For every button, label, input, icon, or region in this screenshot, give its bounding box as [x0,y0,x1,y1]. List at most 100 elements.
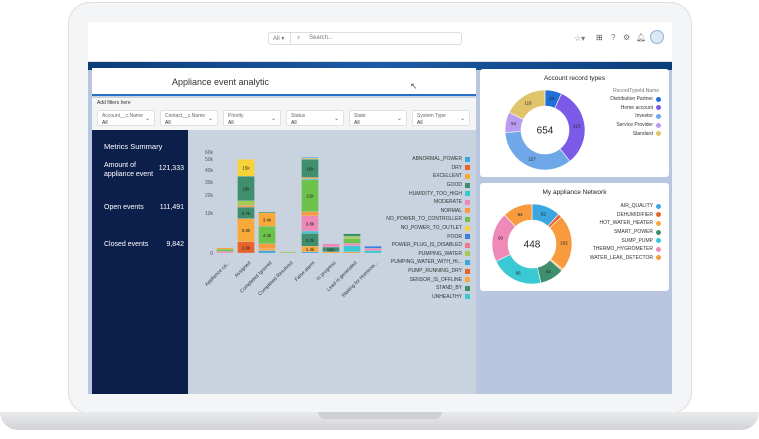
filter-dropdown[interactable]: Contact__c.Name All ⌄ [160,110,218,126]
legend-label: DEHUMIDIFIER [616,211,653,218]
global-search[interactable]: All ▾ ⌕ Search... [268,32,462,45]
donut-legend: AIR_QUALITY DEHUMIDIFIER HOT_WATER_HEATER S… [551,202,661,262]
legend-item[interactable]: HOT_WATER_HEATER [551,219,661,228]
legend-item[interactable]: GOOD [320,181,470,190]
bell-icon[interactable]: 🔔︎ [636,33,646,42]
favorites-star-icon[interactable]: ☆▾ [574,34,585,43]
y-tick-label: 20k [205,193,214,199]
legend-item[interactable]: PUMPING_WATER [320,250,470,259]
legend-item[interactable]: NORMAL [320,207,470,216]
legend-swatch [465,268,470,274]
legend-item[interactable]: UNHEALTHY [320,293,470,302]
legend-item[interactable]: NO_POWER_TO_OUTLET [320,224,470,233]
legend-item[interactable]: Distribution Partner [561,95,661,104]
legend-label: GOOD [446,182,462,189]
search-input[interactable]: Search... [309,35,333,41]
bar-data-label: 3.8k [306,221,315,226]
legend-swatch [465,199,470,205]
filter-dropdown[interactable]: System Type All ⌄ [412,110,470,126]
legend-item[interactable]: POWER_PLUG_IS_DISABLED [320,241,470,250]
filter-dropdown[interactable]: Account__c.Name All ⌄ [97,110,155,126]
legend-swatch [656,122,661,128]
legend-label: SENSOR_IS_OFFLINE [409,276,462,283]
legend-item[interactable]: Standard [561,129,661,138]
legend-item[interactable]: SMART_POWER [551,228,661,237]
legend-swatch [465,242,470,248]
search-scope-select[interactable]: All ▾ [269,33,291,44]
legend-item[interactable]: DEHUMIDIFIER [551,211,661,220]
x-tick-label: Assigned [234,260,253,279]
legend-swatch [656,220,661,226]
legend-item[interactable]: HUMIDITY_TOO_HIGH [320,189,470,198]
legend-item[interactable]: POOR [320,232,470,241]
filter-name: State [354,113,366,119]
legend-swatch [656,131,661,137]
bar-segment [301,211,319,216]
legend-swatch [656,229,661,235]
legend-swatch [656,246,661,252]
legend-swatch [656,238,661,244]
filter-value: All [354,120,360,126]
legend-item[interactable]: DRY [320,164,470,173]
filter-value: All [102,120,108,126]
chevron-down-icon: ⌄ [207,116,213,122]
bar-segment [216,249,234,252]
legend-label: NORMAL [440,207,462,214]
legend-item[interactable]: Home account [561,104,661,113]
bar-data-label: 4.7k [242,211,251,216]
bar-segment [216,251,234,254]
bar-segment [216,247,234,250]
avatar[interactable] [650,30,664,44]
slice-label: 227 [528,157,536,162]
legend-item[interactable]: MODERATE [320,198,470,207]
legend-swatch [656,105,661,111]
help-icon[interactable]: ? [611,33,615,42]
gear-icon[interactable]: ⚙ [623,33,630,42]
y-tick-label: 30k [205,180,214,186]
slice-label: 44 [549,96,555,101]
legend-swatch [465,165,470,171]
filter-value: All [228,120,234,126]
bar-segment [258,248,276,251]
metrics-title: Metrics Summary [104,142,163,151]
filter-dropdown[interactable]: Priority All ⌄ [223,110,281,126]
bar-data-label: 1.4k [306,247,315,252]
legend-label: Investor [635,113,653,120]
legend-item[interactable]: WATER_LEAK_DETECTOR [551,254,661,263]
legend-item[interactable]: STAND_BY [320,284,470,293]
bar-segment [301,157,319,159]
filter-name: System Type [417,113,446,119]
chevron-down-icon: ⌄ [396,116,402,122]
legend-item[interactable]: SENSOR_IS_OFFLINE [320,275,470,284]
legend-item[interactable]: Investor [561,112,661,121]
legend-item[interactable]: AIR_QUALITY [551,202,661,211]
y-tick-label: 60k [205,150,214,156]
filter-dropdown[interactable]: State All ⌄ [349,110,407,126]
legend-item[interactable]: PUMP_RUNNING_DRY [320,267,470,276]
legend-label: POOR [447,233,462,240]
legend-item[interactable]: NO_POWER_TO_CONTROLLER [320,215,470,224]
legend-item[interactable]: EXCELLENT [320,172,470,181]
bar-data-label: 16k [306,166,314,171]
bar-data-label: 18k [242,187,250,192]
legend-swatch [656,203,661,209]
legend-item[interactable]: Service Provider [561,121,661,130]
legend-swatch [465,173,470,179]
legend-swatch [465,156,470,162]
legend-item[interactable]: ABNORMAL_POWER [320,155,470,164]
bar-data-label: 4.4k [263,233,272,238]
legend-label: NO_POWER_TO_CONTROLLER [386,216,462,223]
slice-label: 44 [546,269,552,274]
add-icon[interactable]: ⊞ [596,33,603,42]
legend-swatch [465,259,470,265]
legend-item[interactable]: THERMO_HYGROMETER [551,245,661,254]
legend-swatch [465,294,470,300]
filter-dropdown[interactable]: Status All ⌄ [286,110,344,126]
y-tick-label: 40k [205,168,214,174]
legend-item[interactable]: PUMPING_WATER_WITH_HI... [320,258,470,267]
legend-item[interactable]: SUMP_PUMP [551,236,661,245]
bar-data-label: 3.2k [306,238,315,243]
legend-label: WATER_LEAK_DETECTOR [589,254,653,261]
legend-label: Home account [620,104,653,111]
legend-swatch [465,182,470,188]
